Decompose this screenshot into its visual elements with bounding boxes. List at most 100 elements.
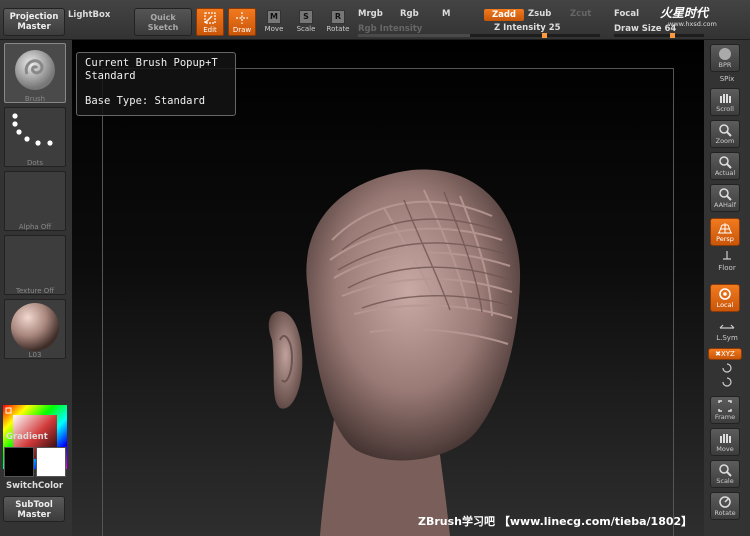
brush-tooltip: Current Brush Popup+T Standard Base Type… [76, 52, 236, 116]
local-button[interactable]: Local [710, 284, 740, 312]
move-view-label: Move [716, 445, 734, 453]
actual-button[interactable]: Actual [710, 152, 740, 180]
xyz-label: ✖XYZ [715, 350, 735, 358]
draw-label: Draw [232, 26, 252, 34]
z-intensity-knob[interactable] [542, 33, 547, 38]
scale-label: Scale [296, 25, 316, 33]
xyz-button[interactable]: ✖XYZ [708, 348, 742, 360]
scroll-button[interactable]: Scroll [710, 88, 740, 116]
lsym-button[interactable]: L.Sym [708, 324, 746, 342]
scale-view-label: Scale [716, 477, 734, 485]
draw-button[interactable]: Draw [228, 8, 256, 36]
left-tray: Brush Dots Alpha Off Texture Off L03 Gra… [0, 40, 72, 536]
magnifier-actual-icon [719, 156, 732, 169]
zsub-button[interactable]: Zsub [528, 9, 551, 19]
standard-brush-icon [15, 50, 55, 90]
z-intensity-slider[interactable]: Z Intensity 25 [494, 23, 561, 33]
rgb-intensity-track[interactable] [358, 34, 478, 37]
edit-icon [204, 12, 216, 24]
spix-slider[interactable]: SPix [708, 75, 746, 83]
floor-icon [723, 251, 731, 260]
bpr-label: BPR [718, 61, 732, 69]
secondary-color-swatch[interactable] [36, 447, 66, 477]
rotate-button[interactable]: R Rotate [324, 8, 352, 36]
move-button[interactable]: M Move [260, 8, 288, 36]
draw-size-track[interactable] [614, 33, 704, 38]
lightbox-button[interactable]: LightBox [68, 10, 110, 20]
projection-master-label-2: Master [17, 22, 51, 32]
material-caption: L03 [28, 351, 42, 359]
rotate-icon: R [331, 10, 345, 24]
alpha-caption: Alpha Off [18, 223, 52, 231]
site-logo-url: www.hxsd.com [668, 20, 717, 28]
focal-shift-slider[interactable]: Focal [614, 9, 639, 19]
top-toolbar: Projection Master LightBox Quick Sketch … [0, 0, 750, 40]
move-label: Move [264, 25, 284, 33]
projection-master-label-1: Projection [9, 12, 59, 22]
rotate-view-label: Rotate [714, 509, 736, 517]
magnifier-aahalf-icon [719, 188, 732, 201]
quick-sketch-label-2: Sketch [147, 23, 179, 32]
rotate-view-button[interactable]: Rotate [710, 492, 740, 520]
perspective-grid-icon [718, 223, 732, 234]
scroll-label: Scroll [716, 105, 734, 113]
frame-button[interactable]: Frame [710, 396, 740, 424]
magnifier-icon [719, 124, 732, 137]
dots-stroke-icon [12, 113, 53, 146]
scale-view-button[interactable]: Scale [710, 460, 740, 488]
quick-sketch-label-1: Quick [150, 13, 176, 22]
alpha-slot[interactable]: Alpha Off [4, 171, 66, 231]
draw-size-slider[interactable]: Draw Size 64 [614, 24, 676, 34]
rotate-y-icon [722, 363, 732, 373]
projection-master-button[interactable]: Projection Master [3, 8, 65, 36]
edit-button[interactable]: Edit [196, 8, 224, 36]
rgb-intensity-fill [358, 34, 476, 37]
aahalf-button[interactable]: AAHalf [710, 184, 740, 212]
zcut-button[interactable]: Zcut [570, 9, 591, 19]
draw-size-knob[interactable] [670, 33, 675, 38]
hand-icon [720, 94, 731, 103]
material-sphere-icon [11, 303, 59, 351]
lsym-icon [719, 324, 735, 329]
move-hand-icon [720, 434, 731, 443]
z-intensity-track[interactable] [470, 33, 600, 38]
scale-button[interactable]: S Scale [292, 8, 320, 36]
actual-label: Actual [714, 169, 736, 177]
draw-icon [236, 12, 248, 24]
persp-label: Persp [716, 235, 734, 243]
m-button[interactable]: M [442, 9, 450, 19]
zadd-button[interactable]: Zadd [484, 9, 524, 21]
move-view-button[interactable]: Move [710, 428, 740, 456]
floor-button[interactable]: Floor [708, 250, 746, 272]
gradient-toggle[interactable]: Gradient [6, 432, 48, 442]
move-icon: M [267, 10, 281, 24]
frame-icon [718, 400, 732, 412]
switch-color-button[interactable]: SwitchColor [6, 481, 63, 491]
material-slot[interactable]: L03 [4, 299, 66, 359]
local-transform-icon [719, 288, 731, 300]
tooltip-base-type: Base Type: Standard [85, 95, 206, 107]
scale-magnifier-icon [719, 464, 732, 477]
rgb-button[interactable]: Rgb [400, 9, 419, 19]
texture-slot[interactable]: Texture Off [4, 235, 66, 295]
mrgb-button[interactable]: Mrgb [358, 9, 383, 19]
main-color-swatch[interactable] [4, 447, 34, 477]
quick-sketch-button[interactable]: Quick Sketch [134, 8, 192, 36]
aahalf-label: AAHalf [713, 201, 737, 209]
rgb-intensity-slider[interactable]: Rgb Intensity [358, 24, 422, 34]
zoom-button[interactable]: Zoom [710, 120, 740, 148]
rotate-axis-icons[interactable] [708, 362, 746, 390]
tooltip-brush-name: Standard [85, 70, 136, 82]
stroke-slot[interactable]: Dots [4, 107, 66, 167]
bpr-button[interactable]: BPR [710, 44, 740, 72]
subtool-master-label-1: SubTool [15, 500, 53, 510]
frame-label: Frame [714, 413, 736, 421]
tooltip-current-brush: Current Brush Popup+T [85, 57, 218, 69]
brush-slot[interactable]: Brush [4, 43, 66, 103]
rotate-view-icon [719, 496, 731, 508]
right-shelf: BPR SPix Scroll Zoom Actual AAHalf Persp [704, 40, 750, 536]
site-logo: 火星时代 [660, 6, 709, 20]
subtool-master-button[interactable]: SubTool Master [3, 496, 65, 522]
persp-button[interactable]: Persp [710, 218, 740, 246]
stroke-caption: Dots [26, 159, 44, 167]
